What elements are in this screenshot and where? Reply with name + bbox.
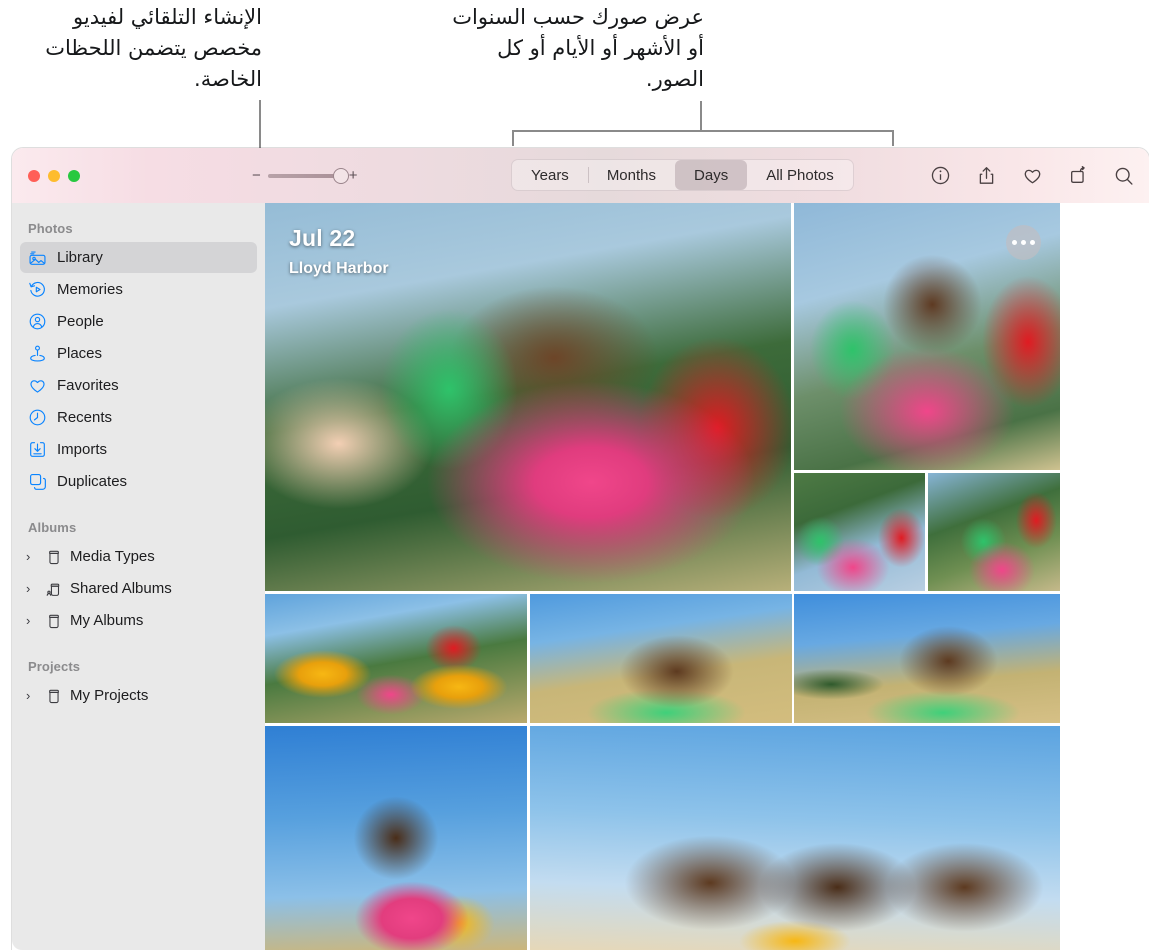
album-icon bbox=[44, 611, 63, 630]
sidebar-item-my-projects[interactable]: › My Projects bbox=[20, 680, 257, 711]
sidebar-item-places[interactable]: Places bbox=[20, 338, 257, 369]
tab-all-photos[interactable]: All Photos bbox=[747, 160, 853, 190]
sidebar-item-label: Library bbox=[57, 249, 103, 266]
tab-months[interactable]: Months bbox=[587, 160, 675, 190]
sidebar-item-memories[interactable]: Memories bbox=[20, 274, 257, 305]
library-icon bbox=[28, 248, 47, 267]
photo-tile[interactable] bbox=[530, 726, 1060, 950]
chevron-right-icon[interactable]: › bbox=[26, 582, 37, 595]
photo-tile[interactable] bbox=[530, 594, 792, 723]
sidebar-item-media-types[interactable]: › Media Types bbox=[20, 541, 257, 572]
photo-grid: Jul 22 Lloyd Harbor bbox=[265, 203, 1149, 950]
chevron-right-icon[interactable]: › bbox=[26, 689, 37, 702]
sidebar-item-label: My Projects bbox=[70, 687, 149, 704]
search-icon[interactable] bbox=[1111, 163, 1137, 189]
zoom-in-icon[interactable]: + bbox=[349, 168, 358, 183]
sidebar-item-imports[interactable]: Imports bbox=[20, 434, 257, 465]
sidebar-item-label: Media Types bbox=[70, 548, 155, 565]
callout-bracket-right-leg bbox=[892, 130, 894, 146]
photo-tile[interactable] bbox=[265, 594, 527, 723]
photo-tile[interactable] bbox=[928, 473, 1060, 591]
callout-leader-right-stem bbox=[700, 101, 702, 132]
places-icon bbox=[28, 344, 47, 363]
sidebar-section-projects: Projects bbox=[28, 659, 81, 674]
people-icon bbox=[28, 312, 47, 331]
sidebar-item-label: My Albums bbox=[70, 612, 144, 629]
clock-icon bbox=[28, 408, 47, 427]
photo-tile[interactable] bbox=[794, 594, 1060, 723]
tab-days[interactable]: Days bbox=[675, 160, 748, 190]
photo-tile[interactable] bbox=[794, 203, 1060, 470]
window-toolbar: − + Years Months Days All Photos bbox=[12, 148, 1149, 203]
sidebar-item-favorites[interactable]: Favorites bbox=[20, 370, 257, 401]
more-options-button[interactable] bbox=[1006, 225, 1041, 260]
day-label: Jul 22 bbox=[289, 225, 356, 251]
zoom-button[interactable] bbox=[68, 169, 80, 182]
slider-knob[interactable] bbox=[332, 167, 349, 184]
import-icon bbox=[28, 440, 47, 459]
sidebar-section-albums: Albums bbox=[28, 520, 77, 535]
sidebar-item-label: Places bbox=[57, 345, 103, 362]
callout-text-left: الإنشاء التلقائي لفيديو مخصص يتضمن اللحظ… bbox=[45, 5, 262, 91]
sidebar-item-label: People bbox=[57, 313, 104, 330]
photo-tile[interactable] bbox=[794, 473, 925, 591]
callout-bracket-left-leg bbox=[512, 130, 514, 146]
toolbar-actions bbox=[927, 148, 1137, 203]
info-icon[interactable] bbox=[927, 163, 953, 189]
day-header: Jul 22 Lloyd Harbor bbox=[289, 225, 389, 278]
close-button[interactable] bbox=[28, 169, 40, 182]
album-icon bbox=[44, 686, 63, 705]
thumbnail-zoom-slider[interactable]: − + bbox=[252, 167, 358, 184]
sidebar-item-label: Duplicates bbox=[57, 473, 128, 490]
photos-window: − + Years Months Days All Photos Photos … bbox=[12, 148, 1149, 950]
sidebar-item-label: Recents bbox=[57, 409, 113, 426]
callout-text-right: عرض صورك حسب السنوات أو الأشهر أو الأيام… bbox=[452, 5, 704, 91]
sidebar-item-recents[interactable]: Recents bbox=[20, 402, 257, 433]
slider-track[interactable] bbox=[267, 167, 349, 184]
memories-icon bbox=[28, 280, 47, 299]
sidebar-item-label: Shared Albums bbox=[70, 580, 172, 597]
sidebar-item-library[interactable]: Library bbox=[20, 242, 257, 273]
heart-icon[interactable] bbox=[1019, 163, 1045, 189]
place-label: Lloyd Harbor bbox=[289, 260, 389, 277]
zoom-out-icon[interactable]: − bbox=[252, 168, 261, 183]
sidebar-item-label: Memories bbox=[57, 281, 123, 298]
rotate-icon[interactable] bbox=[1065, 163, 1091, 189]
tab-years[interactable]: Years bbox=[512, 160, 588, 190]
sidebar-item-shared-albums[interactable]: › Shared Albums bbox=[20, 573, 257, 604]
sidebar-item-label: Favorites bbox=[57, 377, 119, 394]
minimize-button[interactable] bbox=[48, 169, 60, 182]
sidebar-section-photos: Photos bbox=[28, 221, 73, 236]
sidebar-item-people[interactable]: People bbox=[20, 306, 257, 337]
dot bbox=[1021, 240, 1026, 245]
callout-bracket-top bbox=[512, 130, 894, 132]
heart-icon bbox=[28, 376, 47, 395]
photo-tile[interactable] bbox=[265, 726, 527, 950]
dot bbox=[1030, 240, 1035, 245]
sidebar-item-label: Imports bbox=[57, 441, 108, 458]
traffic-lights bbox=[28, 169, 252, 182]
album-icon bbox=[44, 547, 63, 566]
chevron-right-icon[interactable]: › bbox=[26, 614, 37, 627]
dot bbox=[1012, 240, 1017, 245]
window-body: Photos Library Memories People Places Fa… bbox=[12, 203, 1149, 950]
photo-tile[interactable]: Jul 22 Lloyd Harbor bbox=[265, 203, 791, 591]
sidebar-item-duplicates[interactable]: Duplicates bbox=[20, 466, 257, 497]
shared-album-icon bbox=[44, 579, 63, 598]
sidebar: Photos Library Memories People Places Fa… bbox=[12, 203, 265, 950]
view-mode-segmented-control[interactable]: Years Months Days All Photos bbox=[511, 159, 854, 191]
duplicates-icon bbox=[28, 472, 47, 491]
share-icon[interactable] bbox=[973, 163, 999, 189]
chevron-right-icon[interactable]: › bbox=[26, 550, 37, 563]
sidebar-item-my-albums[interactable]: › My Albums bbox=[20, 605, 257, 636]
